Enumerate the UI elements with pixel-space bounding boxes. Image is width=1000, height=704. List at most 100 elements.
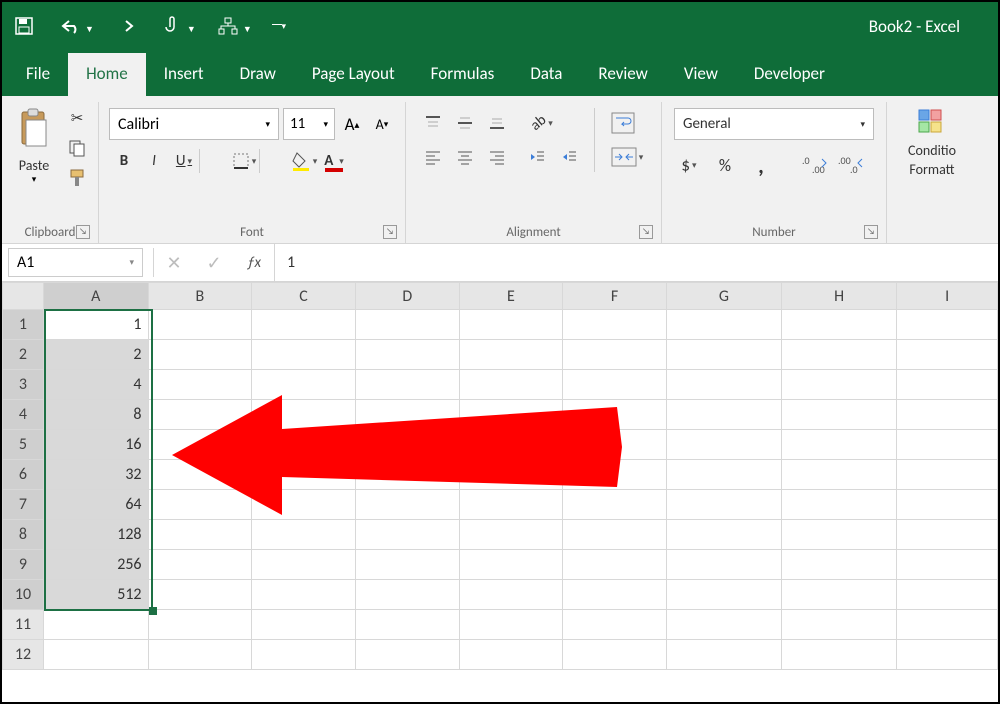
cell[interactable] — [782, 520, 897, 550]
cell[interactable] — [252, 610, 356, 640]
redo-icon[interactable] — [112, 12, 140, 40]
cell[interactable] — [897, 580, 998, 610]
font-size-selector[interactable]: 11 ▾ — [283, 108, 335, 140]
formula-input[interactable]: 1 — [274, 244, 998, 281]
cell[interactable] — [148, 640, 252, 670]
tab-page-layout[interactable]: Page Layout — [294, 53, 413, 96]
tab-home[interactable]: Home — [68, 53, 146, 96]
cell[interactable] — [459, 550, 563, 580]
tab-review[interactable]: Review — [580, 53, 665, 96]
fx-icon[interactable]: ƒx — [234, 244, 274, 281]
cell[interactable] — [148, 400, 252, 430]
cell[interactable] — [252, 580, 356, 610]
cell[interactable] — [563, 310, 667, 340]
col-header-A[interactable]: A — [43, 283, 148, 310]
cell[interactable] — [666, 550, 781, 580]
cell[interactable] — [782, 310, 897, 340]
cell[interactable] — [897, 370, 998, 400]
worksheet[interactable]: A B C D E F G H I 1122344851663276481289… — [2, 282, 998, 702]
cell[interactable] — [666, 370, 781, 400]
cell[interactable] — [563, 520, 667, 550]
cell[interactable] — [148, 490, 252, 520]
cell[interactable] — [563, 340, 667, 370]
cut-icon[interactable]: ✂ — [62, 104, 92, 132]
tab-draw[interactable]: Draw — [222, 53, 294, 96]
increase-decimal-icon[interactable]: .0.00 — [800, 150, 830, 180]
cell[interactable] — [897, 610, 998, 640]
cell[interactable] — [355, 610, 459, 640]
cell[interactable] — [355, 370, 459, 400]
wrap-text-icon[interactable] — [605, 108, 641, 138]
cell[interactable] — [355, 400, 459, 430]
cell[interactable] — [459, 340, 563, 370]
row-header-12[interactable]: 12 — [3, 640, 44, 670]
row-header-8[interactable]: 8 — [3, 520, 44, 550]
save-icon[interactable] — [10, 12, 38, 40]
tab-insert[interactable]: Insert — [146, 53, 222, 96]
clipboard-launcher-icon[interactable]: ↘ — [76, 225, 90, 239]
cell[interactable] — [897, 430, 998, 460]
col-header-I[interactable]: I — [897, 283, 998, 310]
cell[interactable] — [897, 490, 998, 520]
row-header-5[interactable]: 5 — [3, 430, 44, 460]
row-header-11[interactable]: 11 — [3, 610, 44, 640]
cell[interactable] — [782, 640, 897, 670]
cell[interactable] — [563, 640, 667, 670]
cell[interactable] — [355, 580, 459, 610]
cell[interactable]: 512 — [43, 580, 148, 610]
cell[interactable] — [148, 340, 252, 370]
border-icon[interactable]: ▾ — [229, 146, 259, 176]
col-header-B[interactable]: B — [148, 283, 252, 310]
cell[interactable] — [459, 520, 563, 550]
select-all-corner[interactable] — [3, 283, 44, 310]
comma-style-icon[interactable]: , — [746, 150, 776, 180]
cell[interactable] — [252, 370, 356, 400]
cell[interactable] — [252, 310, 356, 340]
align-center-icon[interactable] — [450, 142, 480, 172]
cell[interactable] — [897, 640, 998, 670]
cell[interactable] — [459, 580, 563, 610]
copy-icon[interactable] — [62, 134, 92, 162]
cell[interactable] — [355, 520, 459, 550]
cell[interactable] — [148, 370, 252, 400]
cell[interactable] — [148, 580, 252, 610]
cell[interactable] — [666, 520, 781, 550]
number-launcher-icon[interactable]: ↘ — [864, 225, 878, 239]
cell[interactable] — [459, 400, 563, 430]
cell[interactable] — [782, 370, 897, 400]
cell[interactable] — [355, 310, 459, 340]
undo-icon[interactable] — [56, 12, 84, 40]
cell[interactable] — [459, 430, 563, 460]
cell[interactable] — [782, 400, 897, 430]
font-color-icon[interactable]: A▾ — [319, 146, 349, 176]
cell[interactable] — [897, 340, 998, 370]
cell[interactable]: 8 — [43, 400, 148, 430]
alignment-launcher-icon[interactable]: ↘ — [639, 225, 653, 239]
align-bottom-icon[interactable] — [482, 108, 512, 138]
bold-button[interactable]: B — [109, 146, 139, 176]
orientation-icon[interactable]: ab▾ — [522, 108, 562, 138]
cell[interactable] — [563, 370, 667, 400]
cell[interactable] — [148, 550, 252, 580]
name-box[interactable]: A1 ▾ — [8, 248, 143, 277]
cell[interactable]: 64 — [43, 490, 148, 520]
row-header-6[interactable]: 6 — [3, 460, 44, 490]
cancel-icon[interactable]: ✕ — [154, 244, 194, 281]
tab-file[interactable]: File — [8, 53, 68, 96]
currency-icon[interactable]: $ ▾ — [674, 150, 704, 180]
font-name-selector[interactable]: Calibri ▾ — [109, 108, 279, 140]
cell[interactable] — [666, 340, 781, 370]
cell[interactable]: 4 — [43, 370, 148, 400]
cell[interactable] — [563, 460, 667, 490]
cell[interactable] — [897, 550, 998, 580]
col-header-G[interactable]: G — [666, 283, 781, 310]
cell[interactable] — [666, 640, 781, 670]
align-middle-icon[interactable] — [450, 108, 480, 138]
qat-customize-icon[interactable]: ▾ — [270, 12, 288, 40]
cell[interactable] — [782, 580, 897, 610]
decrease-font-icon[interactable]: A▾ — [369, 108, 395, 140]
cell[interactable] — [666, 610, 781, 640]
cell[interactable] — [666, 430, 781, 460]
touch-mode-icon[interactable] — [158, 12, 186, 40]
cell[interactable] — [252, 640, 356, 670]
